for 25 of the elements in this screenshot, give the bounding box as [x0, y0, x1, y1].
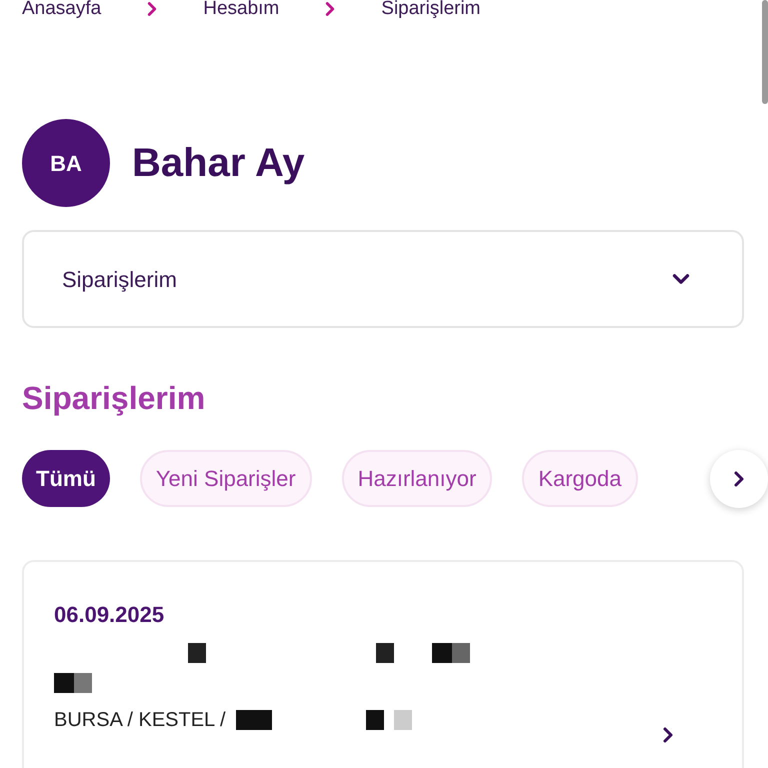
- filter-tab[interactable]: Tümü: [22, 450, 110, 507]
- breadcrumb-link[interactable]: Anasayfa: [22, 0, 102, 18]
- order-address: BURSA / KESTEL /: [54, 708, 226, 733]
- redacted-block: [432, 643, 452, 663]
- filter-tab[interactable]: Kargoda: [522, 450, 638, 507]
- filter-tab[interactable]: Yeni Siparişler: [140, 450, 312, 507]
- redacted-block: [452, 643, 470, 663]
- redacted-block: [366, 710, 384, 730]
- order-card[interactable]: 06.09.2025 BURSA / KESTEL /: [22, 560, 744, 768]
- redacted-block: [376, 643, 394, 663]
- redacted-block: [236, 710, 272, 730]
- breadcrumb-link[interactable]: Hesabım: [203, 0, 280, 18]
- scrollbar[interactable]: [762, 0, 768, 104]
- section-dropdown[interactable]: Siparişlerim: [22, 230, 744, 328]
- redacted-block: [74, 673, 92, 693]
- scroll-right-button[interactable]: [710, 450, 768, 508]
- profile-name: Bahar Ay: [132, 140, 305, 187]
- redacted-block: [188, 643, 206, 663]
- redacted-block: [54, 673, 74, 693]
- avatar: BA: [22, 119, 110, 207]
- section-heading: Siparişlerim: [22, 379, 206, 418]
- order-date: 06.09.2025: [54, 601, 166, 629]
- breadcrumb-link[interactable]: Siparişlerim: [381, 0, 481, 18]
- filter-tab[interactable]: Hazırlanıyor: [342, 450, 492, 507]
- redacted-block: [394, 710, 412, 730]
